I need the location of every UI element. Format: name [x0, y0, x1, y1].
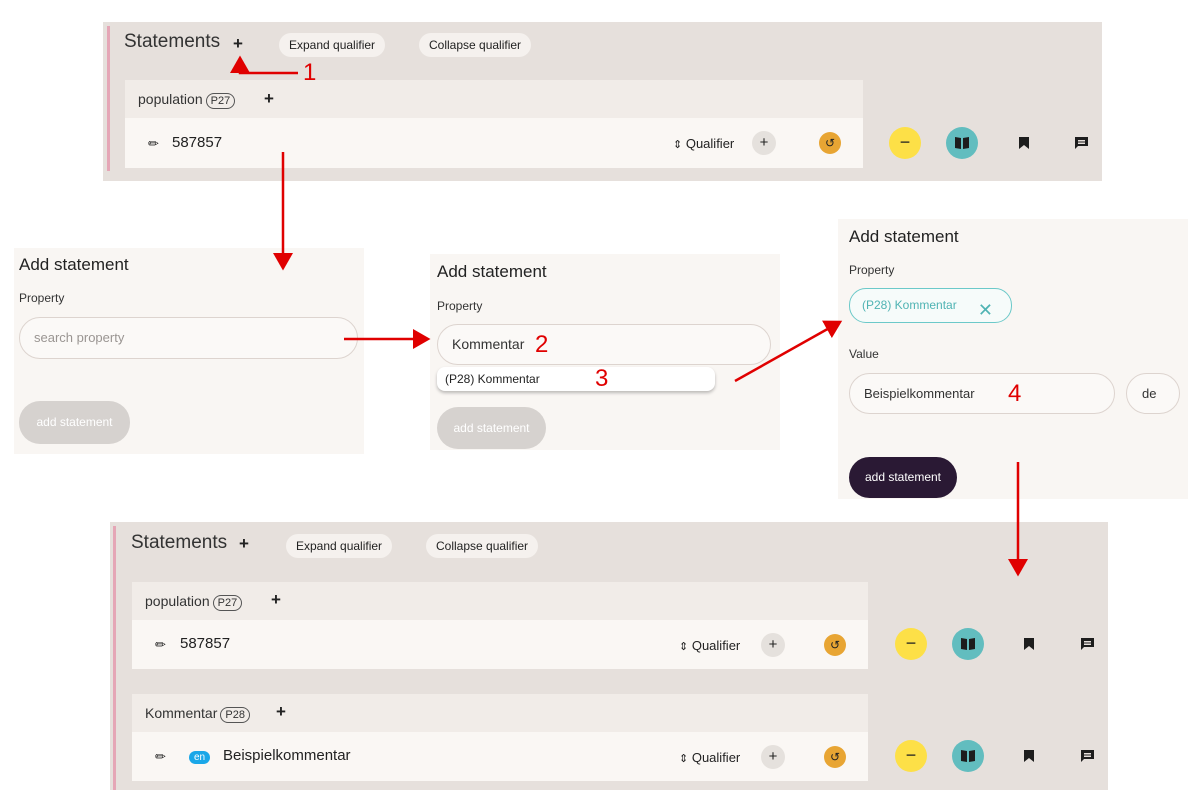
annotation-number: 4	[1008, 380, 1022, 407]
arrow-icon	[734, 320, 843, 383]
arrow-icon	[230, 55, 298, 75]
annotation-number: 1	[303, 59, 317, 86]
annotation-number: 3	[595, 365, 609, 392]
annotation-number: 2	[535, 331, 549, 358]
